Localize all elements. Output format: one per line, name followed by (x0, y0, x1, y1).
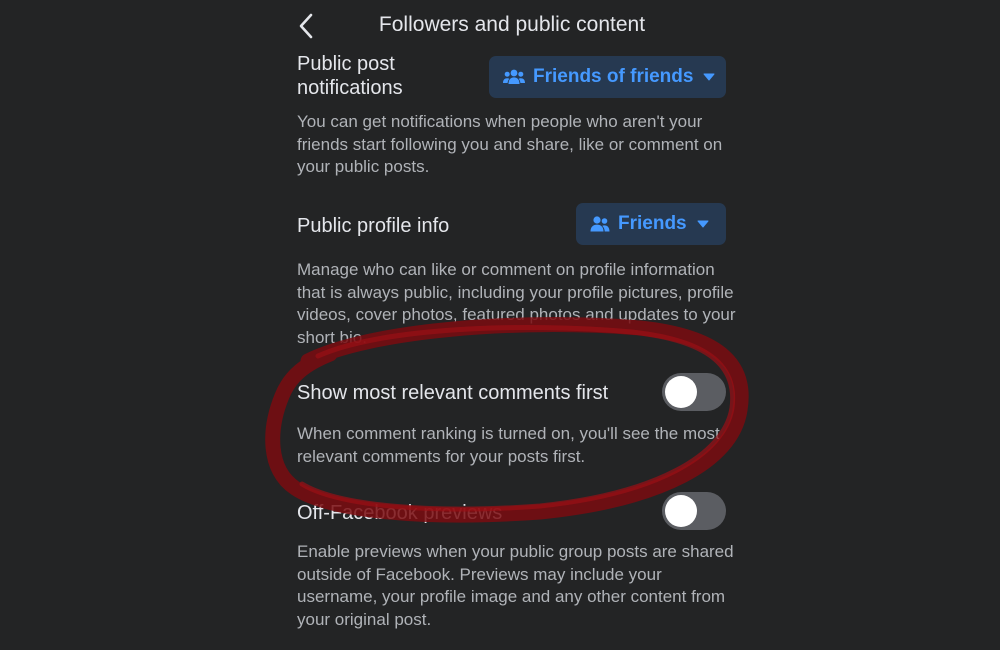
public-profile-audience-dropdown[interactable]: Friends (576, 203, 726, 245)
page-title: Followers and public content (378, 13, 646, 36)
caret-down-icon (697, 220, 709, 228)
off-facebook-previews-toggle[interactable] (662, 492, 726, 530)
header-bar: Followers and public content (0, 0, 1000, 52)
comment-ranking-description: When comment ranking is turned on, you'l… (297, 424, 720, 466)
comment-ranking-toggle[interactable] (662, 373, 726, 411)
public-post-audience-value: Friends of friends (533, 66, 694, 87)
public-post-audience-dropdown[interactable]: Friends of friends (489, 56, 726, 98)
public-profile-info-title: Public profile info (297, 215, 450, 237)
public-post-notifications-title-line2: notifications (297, 77, 403, 99)
caret-down-icon (703, 73, 715, 81)
toggle-knob (665, 495, 697, 527)
friends-icon (590, 216, 610, 232)
group-people-icon (503, 69, 525, 84)
toggle-knob (665, 376, 697, 408)
public-post-notifications-title-line1: Public post (297, 53, 395, 75)
comment-ranking-title: Show most relevant comments first (297, 382, 609, 404)
off-facebook-previews-title: Off-Facebook previews (297, 502, 503, 524)
public-post-notifications-description: You can get notifications when people wh… (297, 112, 723, 176)
settings-screen: Followers and public content Public post… (0, 0, 1000, 650)
off-facebook-previews-description: Enable previews when your public group p… (297, 542, 734, 629)
public-profile-info-description: Manage who can like or comment on profil… (297, 260, 736, 347)
public-profile-audience-value: Friends (618, 213, 687, 234)
